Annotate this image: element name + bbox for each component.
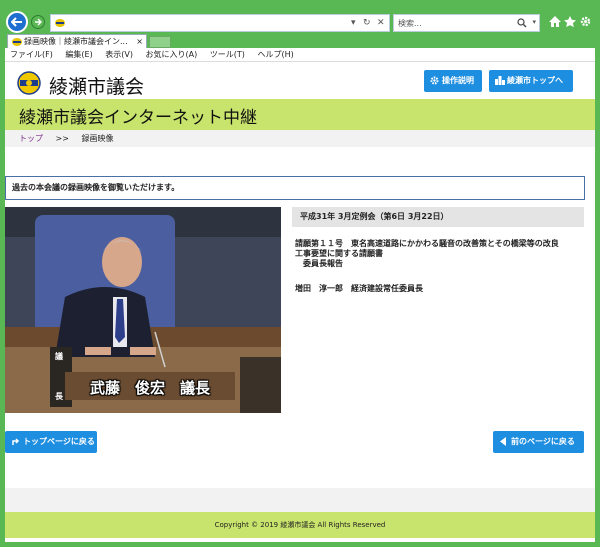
menu-file[interactable]: ファイル(F): [5, 48, 58, 62]
city-top-button[interactable]: 綾瀬市トップへ: [489, 70, 573, 92]
copyright: Copyright © 2019 綾瀬市議会 All Rights Reserv…: [5, 512, 595, 538]
session-item-line1: 請願第１１号 東名高速道路にかかわる騒音の改善策とその橋梁等の改良: [295, 239, 559, 248]
breadcrumb-current: 録画映像: [81, 134, 114, 143]
site-favicon-icon: [55, 19, 65, 27]
back-to-top-button[interactable]: トップページに戻る: [5, 431, 97, 453]
gear-icon: [430, 76, 439, 85]
tab-favicon-icon: [12, 38, 22, 46]
search-dropdown-icon[interactable]: ▾: [532, 18, 536, 26]
back-button[interactable]: [6, 11, 28, 33]
return-arrow-icon: [12, 438, 20, 445]
favorites-star-icon[interactable]: [564, 16, 576, 27]
page-content: 綾瀬市議会 操作説明 綾瀬市トップへ 綾瀬市議会インターネット中継 トップ >>…: [5, 62, 595, 542]
dropdown-icon[interactable]: ▾: [351, 18, 356, 28]
video-caption: 武藤 俊宏 議長: [90, 379, 211, 397]
gear-icon[interactable]: [580, 16, 591, 27]
menu-tools[interactable]: ツール(T): [205, 48, 250, 62]
refresh-icon[interactable]: ↻: [363, 18, 371, 28]
help-button-label: 操作説明: [442, 76, 474, 85]
help-button[interactable]: 操作説明: [424, 70, 482, 92]
session-title: 平成31年 3月定例会（第6日 3月22日）: [292, 207, 584, 227]
breadcrumb-separator: >>: [55, 134, 69, 143]
session-item-line2: 工事要望に関する請願書: [295, 249, 383, 258]
back-prev-button[interactable]: 前のページに戻る: [493, 431, 584, 453]
browser-window: ▾ ↻ ✕ 検索... ▾ 録画映像｜綾瀬市議会イン... × ファイル(F) …: [0, 0, 600, 547]
forward-button[interactable]: [31, 15, 45, 29]
arrow-right-icon: [35, 18, 42, 26]
city-emblem-icon: [17, 71, 41, 95]
breadcrumb: トップ >> 録画映像: [5, 130, 595, 147]
back-to-top-label: トップページに戻る: [23, 437, 95, 446]
tab-active[interactable]: 録画映像｜綾瀬市議会イン... ×: [7, 34, 147, 48]
podium-label-2: 長: [55, 392, 63, 401]
session-item: 請願第１１号 東名高速道路にかかわる騒音の改善策とその橋梁等の改良 工事要望に関…: [295, 239, 587, 269]
triangle-left-icon: [500, 437, 506, 446]
menu-help[interactable]: ヘルプ(H): [252, 48, 298, 62]
search-input[interactable]: 検索... ▾: [393, 14, 540, 32]
logo-text: 綾瀬市議会: [49, 76, 145, 98]
breadcrumb-top-link[interactable]: トップ: [19, 134, 43, 143]
tab-title: 録画映像｜綾瀬市議会イン...: [24, 37, 128, 46]
menu-view[interactable]: 表示(V): [100, 48, 138, 62]
stop-icon[interactable]: ✕: [377, 18, 385, 28]
footer-band: [5, 488, 595, 512]
menu-bar: ファイル(F) 編集(E) 表示(V) お気に入り(A) ツール(T) ヘルプ(…: [5, 48, 595, 62]
city-top-button-label: 綾瀬市トップへ: [507, 76, 563, 85]
session-speaker: 増田 淳一郎 経済建設常任委員長: [295, 284, 423, 293]
banner-title: 綾瀬市議会インターネット中継: [19, 108, 257, 128]
tab-strip: 録画映像｜綾瀬市議会イン... ×: [0, 34, 600, 48]
menu-edit[interactable]: 編集(E): [60, 48, 97, 62]
tab-close-icon[interactable]: ×: [136, 35, 143, 48]
building-icon: [495, 76, 505, 85]
search-icon[interactable]: [517, 18, 527, 28]
session-item-line3: 委員長報告: [295, 259, 343, 268]
menu-favorites[interactable]: お気に入り(A): [141, 48, 203, 62]
arrow-left-icon: [11, 17, 22, 27]
podium-label-1: 議: [55, 352, 63, 361]
notice-box: 過去の本会議の録画映像を御覧いただけます。: [5, 176, 585, 200]
address-bar[interactable]: ▾ ↻ ✕: [50, 14, 390, 32]
site-banner: 綾瀬市議会インターネット中継: [5, 99, 595, 130]
home-icon[interactable]: [549, 16, 561, 27]
search-placeholder: 検索...: [398, 19, 422, 28]
video-player[interactable]: 議 長 武藤 俊宏 議長: [5, 207, 281, 413]
new-tab-button[interactable]: [149, 36, 171, 48]
back-prev-label: 前のページに戻る: [511, 437, 575, 446]
